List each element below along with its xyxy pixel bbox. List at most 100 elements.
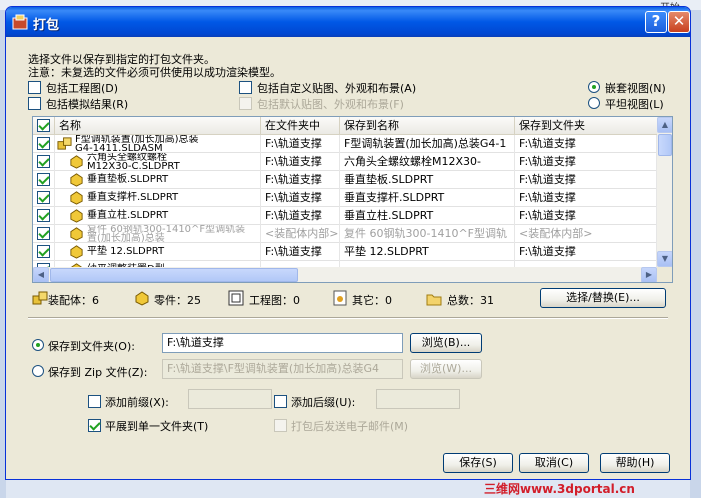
save-to-zip-radio[interactable] [32,365,44,377]
save-to-folder-radio[interactable] [32,339,44,351]
add-suffix-checkbox[interactable] [274,395,287,408]
include-sim-label: 包括模拟结果(R) [46,98,129,111]
table-row[interactable]: 垂直立柱.SLDPRT F:\轨道支撑 垂直立柱.SLDPRT F:\轨道支撑 [33,207,657,225]
row-check-cell [33,225,55,243]
intro-line-2: 注意：未复选的文件必须可供使用以成功渲染模型。 [28,66,281,79]
flat-view-label: 平坦视图(L) [605,98,664,111]
row-save-folder-cell: F:\轨道支撑 [515,135,657,153]
row-name-text: 平垫 12.SLDPRT [87,243,164,260]
row-name-text: 六角头全螺纹螺栓 M12X30-C.SLDPRT [87,153,180,171]
browse-zip-button[interactable]: 浏览(W)... [410,359,482,379]
column-header-save-name[interactable]: 保存到名称 [340,117,515,135]
flatten-label: 平展到单一文件夹(T) [105,420,209,433]
row-checkbox[interactable] [37,227,50,240]
dialog-content: 选择文件以保存到指定的打包文件夹。 注意：未复选的文件必须可供使用以成功渲染模型… [10,37,688,477]
drawing-icon [228,290,244,306]
assembly-icon [32,291,48,305]
row-name-text: 垂直垫板.SLDPRT [87,171,168,188]
vertical-scroll-thumb[interactable] [658,134,672,156]
part-icon [70,209,83,223]
title-help-button[interactable]: ? [645,11,667,33]
row-checkbox[interactable] [37,191,50,204]
save-to-folder-label: 保存到文件夹(O): [48,340,135,353]
table-row[interactable]: F型调轨装置(加长加高)总装 G4-1411.SLDASM F:\轨道支撑 F型调轨装… [33,135,657,153]
email-checkbox[interactable] [274,419,287,432]
folder-icon [426,294,442,306]
save-button[interactable]: 保存(S) [443,453,513,473]
scroll-right-button[interactable]: ▶ [641,267,657,282]
row-name-cell: 垂直立柱.SLDPRT [55,207,261,225]
prefix-field[interactable] [188,389,272,409]
column-header-save-folder[interactable]: 保存到文件夹 [515,117,657,135]
add-prefix-checkbox[interactable] [88,395,101,408]
row-name-line-2: G4-1411.SLDASM [75,143,163,154]
row-name-line-1: 垂直垫板.SLDPRT [87,174,169,185]
row-save-folder-cell: F:\轨道支撑 [515,243,657,261]
table-row[interactable]: 复件 60钢轨300-1410^F型调轨装 置(加长加高)总装 <装配体内部> 复件 … [33,225,657,243]
column-header-in-folder[interactable]: 在文件夹中 [261,117,340,135]
row-check-cell [33,153,55,171]
table-row[interactable]: 六角头全螺纹螺栓 M12X30-C.SLDPRT F:\轨道支撑 六角头全螺纹螺栓M1… [33,153,657,171]
separator-1 [28,317,668,319]
select-replace-button[interactable]: 选择/替换(E)... [540,288,666,308]
row-checkbox[interactable] [37,245,50,258]
row-check-cell [33,135,55,153]
horizontal-scroll-thumb[interactable] [50,268,298,282]
flat-view-radio[interactable] [588,97,600,109]
assembly-icon [57,137,72,150]
row-name-cell: 六角头全螺纹螺栓 M12X30-C.SLDPRT [55,153,261,171]
suffix-field[interactable] [376,389,460,409]
include-drawings-checkbox[interactable] [28,81,41,94]
browse-folder-button[interactable]: 浏览(B)... [410,333,482,353]
include-default-decals-label: 包括默认贴图、外观和布景(F) [257,98,404,111]
file-list-header: 名称 在文件夹中 保存到名称 保存到文件夹 [33,117,657,135]
save-folder-field[interactable]: F:\轨道支撑 [162,333,403,353]
table-row[interactable]: 垂直垫板.SLDPRT F:\轨道支撑 垂直垫板.SLDPRT F:\轨道支撑 [33,171,657,189]
row-name-line-1: 垂直立柱.SLDPRT [87,210,169,221]
row-name-cell: 平垫 12.SLDPRT [55,243,261,261]
row-folder-cell: F:\轨道支撑 [261,207,340,225]
scroll-up-button[interactable]: ▲ [657,117,672,133]
row-save-name-cell: 垂直立柱.SLDPRT [340,207,515,225]
nested-view-radio[interactable] [588,81,600,93]
pack-and-go-dialog: 打包 ? ✕ 选择文件以保存到指定的打包文件夹。 注意：未复选的文件必须可供使用… [5,6,691,480]
row-save-name-cell: 复件 60钢轨300-1410^F型调轨装 [340,225,515,243]
column-header-name[interactable]: 名称 [55,117,261,135]
row-name-cell: 复件 60钢轨300-1410^F型调轨装 置(加长加高)总装 [55,225,261,243]
select-all-checkbox[interactable] [37,119,50,132]
scroll-left-button[interactable]: ◀ [33,267,49,282]
row-check-cell [33,189,55,207]
other-count: 其它：0 [352,294,392,307]
table-row[interactable]: 垂直支撑杆.SLDPRT F:\轨道支撑 垂直支撑杆.SLDPRT F:\轨道支撑 [33,189,657,207]
row-checkbox[interactable] [37,155,50,168]
scrollbar-corner [657,267,672,282]
row-name-line-2: M12X30-C.SLDPRT [87,161,180,172]
vertical-scrollbar[interactable]: ▲ ▼ [657,117,672,267]
title-bar[interactable]: 打包 ? ✕ [6,7,690,37]
include-default-decals-checkbox[interactable] [239,97,252,110]
row-folder-cell: F:\轨道支撑 [261,189,340,207]
file-list[interactable]: 名称 在文件夹中 保存到名称 保存到文件夹 F型调轨装置(加长加高)总装 G4-1… [32,116,673,283]
cancel-button[interactable]: 取消(C) [519,453,589,473]
row-name-line-2: 置(加长加高)总装 [87,233,165,244]
header-check-column[interactable] [33,117,55,135]
help-button[interactable]: 帮助(H) [600,453,670,473]
row-checkbox[interactable] [37,173,50,186]
include-custom-decals-checkbox[interactable] [239,81,252,94]
table-row[interactable]: 平垫 12.SLDPRT F:\轨道支撑 平垫 12.SLDPRT F:\轨道支撑 [33,243,657,261]
email-label: 打包后发送电子邮件(M) [291,420,409,433]
row-checkbox[interactable] [37,209,50,222]
scroll-down-button[interactable]: ▼ [657,251,672,267]
row-name-text: 复件 60钢轨300-1410^F型调轨装 置(加长加高)总装 [87,225,245,243]
zip-file-field[interactable]: F:\轨道支撑\F型调轨装置(加长加高)总装G4 [162,359,403,379]
drawings-count: 工程图：0 [249,294,300,307]
horizontal-scrollbar[interactable]: ◀ ▶ [33,267,657,282]
row-save-name-cell: 垂直支撑杆.SLDPRT [340,189,515,207]
row-name-line-1: 垂直支撑杆.SLDPRT [87,192,179,203]
title-close-button[interactable]: ✕ [668,11,690,33]
row-checkbox[interactable] [37,137,50,150]
include-sim-checkbox[interactable] [28,97,41,110]
row-folder-cell: F:\轨道支撑 [261,243,340,261]
row-save-name-cell: 六角头全螺纹螺栓M12X30-C.SLDP [340,153,515,171]
flatten-checkbox[interactable] [88,419,101,432]
